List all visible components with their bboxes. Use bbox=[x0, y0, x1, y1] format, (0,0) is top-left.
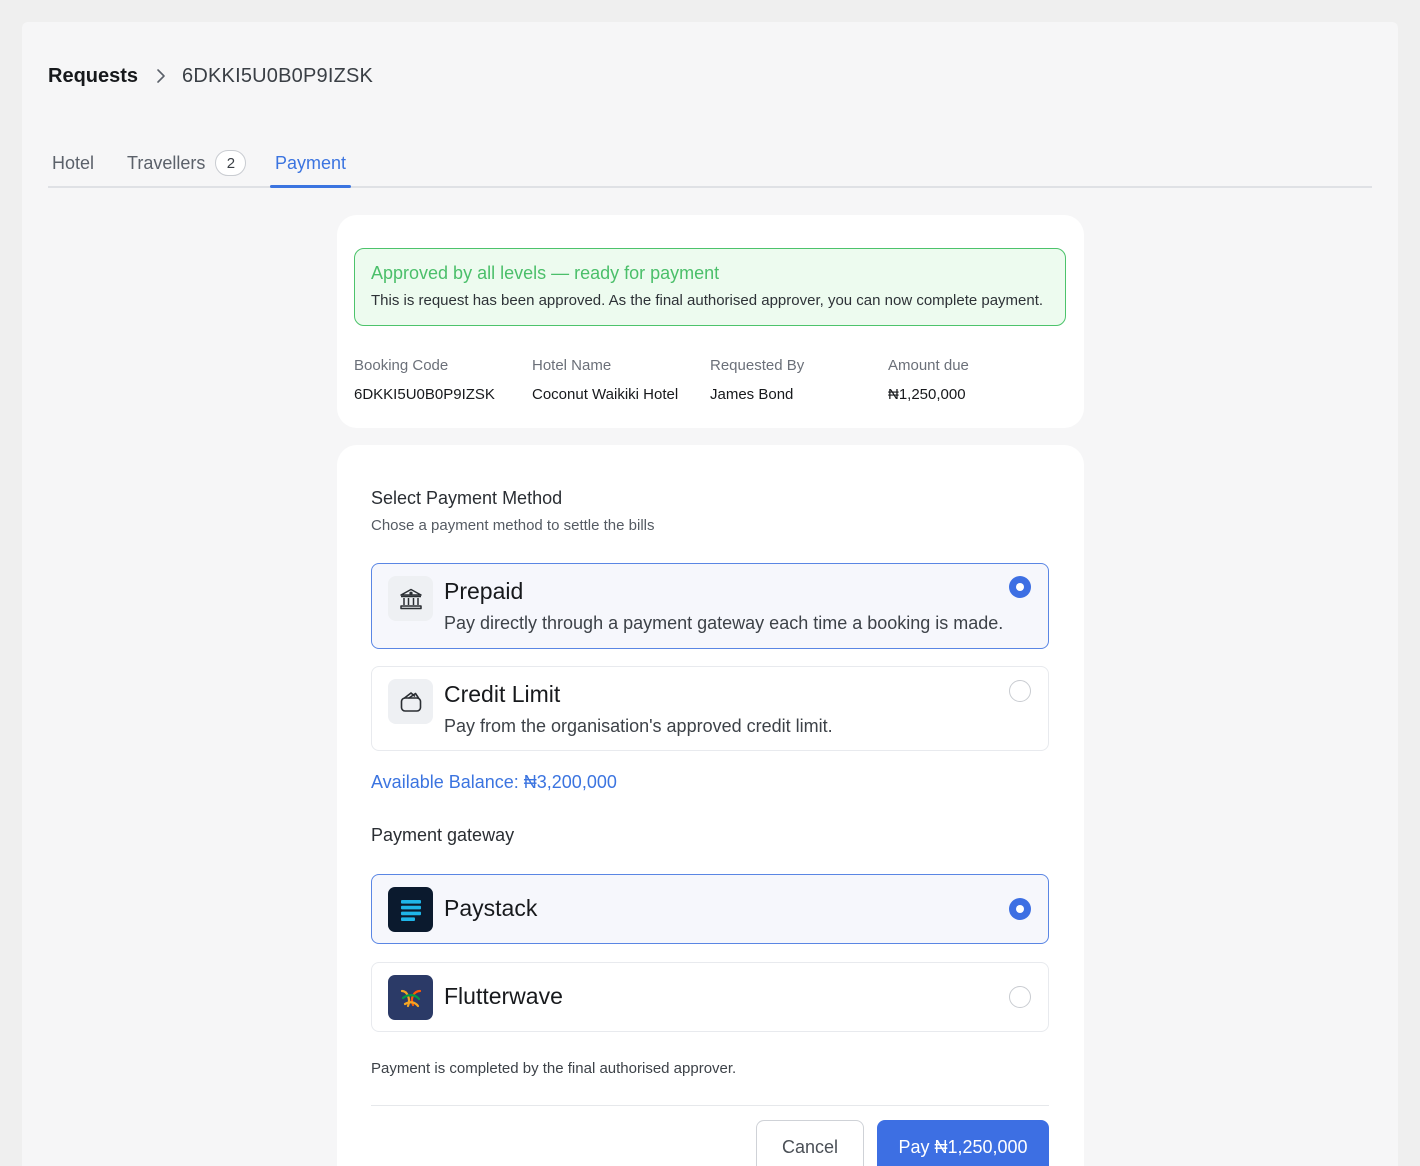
breadcrumb-current: 6DKKI5U0B0P9IZSK bbox=[182, 64, 374, 87]
option-title: Prepaid bbox=[444, 578, 524, 604]
alert-title: Approved by all levels — ready for payme… bbox=[371, 263, 720, 283]
approval-alert: Approved by all levels — ready for payme… bbox=[354, 248, 1066, 326]
chevron-right-icon bbox=[156, 68, 166, 84]
payment-method-subtitle: Chose a payment method to settle the bil… bbox=[371, 517, 655, 534]
breadcrumb: Requests 6DKKI5U0B0P9IZSK bbox=[48, 62, 373, 90]
payment-footnote: Payment is completed by the final author… bbox=[371, 1060, 737, 1077]
wallet-icon bbox=[388, 679, 433, 724]
gateway-option-paystack[interactable]: Paystack bbox=[371, 874, 1049, 944]
field-value: ₦1,250,000 bbox=[888, 386, 966, 403]
option-title: Credit Limit bbox=[444, 681, 561, 707]
tab-hotel[interactable]: Hotel bbox=[52, 140, 94, 186]
gateway-name: Flutterwave bbox=[444, 983, 563, 1009]
tab-bar: Hotel Travellers 2 Payment bbox=[48, 140, 1372, 188]
booking-code-field: Booking Code 6DKKI5U0B0P9IZSK bbox=[354, 357, 532, 403]
field-label: Hotel Name bbox=[532, 357, 612, 374]
available-balance: Available Balance: ₦3,200,000 bbox=[371, 772, 617, 792]
payment-option-prepaid[interactable]: Prepaid Pay directly through a payment g… bbox=[371, 563, 1049, 649]
tab-travellers[interactable]: Travellers 2 bbox=[127, 140, 247, 186]
option-description: Pay from the organisation's approved cre… bbox=[444, 716, 833, 736]
radio-prepaid[interactable] bbox=[1009, 576, 1031, 598]
travellers-count-badge: 2 bbox=[215, 150, 247, 176]
radio-credit-limit[interactable] bbox=[1009, 680, 1031, 702]
hotel-name-field: Hotel Name Coconut Waikiki Hotel bbox=[532, 357, 710, 403]
tab-travellers-label: Travellers bbox=[127, 152, 206, 173]
tab-hotel-label: Hotel bbox=[52, 152, 95, 173]
tab-payment-label: Payment bbox=[274, 152, 347, 173]
amount-due-field: Amount due ₦1,250,000 bbox=[888, 357, 1066, 403]
radio-paystack[interactable] bbox=[1009, 898, 1031, 920]
pay-button[interactable]: Pay ₦1,250,000 bbox=[877, 1120, 1049, 1166]
radio-flutterwave[interactable] bbox=[1009, 986, 1031, 1008]
paystack-logo-icon bbox=[388, 887, 433, 932]
field-label: Booking Code bbox=[354, 357, 449, 374]
field-label: Requested By bbox=[710, 357, 805, 374]
field-value: Coconut Waikiki Hotel bbox=[532, 386, 679, 403]
payment-gateway-heading: Payment gateway bbox=[371, 825, 515, 845]
divider bbox=[371, 1105, 1049, 1106]
bank-icon bbox=[388, 576, 433, 621]
cancel-button[interactable]: Cancel bbox=[756, 1120, 864, 1166]
option-description: Pay directly through a payment gateway e… bbox=[444, 613, 1004, 633]
flutterwave-logo-icon bbox=[388, 975, 433, 1020]
gateway-option-flutterwave[interactable]: Flutterwave bbox=[371, 962, 1049, 1032]
booking-details: Booking Code 6DKKI5U0B0P9IZSK Hotel Name… bbox=[354, 357, 1066, 403]
field-value: 6DKKI5U0B0P9IZSK bbox=[354, 386, 495, 403]
tab-payment[interactable]: Payment bbox=[270, 140, 351, 188]
field-value: James Bond bbox=[710, 386, 794, 403]
payment-option-credit-limit[interactable]: Credit Limit Pay from the organisation's… bbox=[371, 666, 1049, 751]
field-label: Amount due bbox=[888, 357, 969, 374]
payment-method-card: Select Payment Method Chose a payment me… bbox=[337, 445, 1084, 1166]
payment-method-title: Select Payment Method bbox=[371, 488, 563, 508]
requested-by-field: Requested By James Bond bbox=[710, 357, 888, 403]
booking-summary-card: Approved by all levels — ready for payme… bbox=[337, 215, 1084, 428]
gateway-name: Paystack bbox=[444, 895, 538, 921]
breadcrumb-requests-link[interactable]: Requests bbox=[48, 65, 138, 88]
alert-description: This is request has been approved. As th… bbox=[371, 292, 1044, 309]
